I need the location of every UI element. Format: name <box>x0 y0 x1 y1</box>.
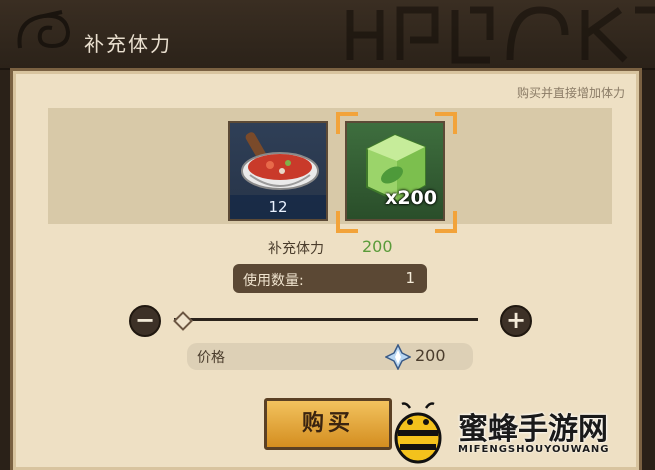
price-label: 价格 <box>197 350 225 366</box>
stat-label: 补充体力 <box>268 241 324 257</box>
selection-corner <box>336 211 358 233</box>
diamond-gem-icon <box>385 344 411 370</box>
leaf-village-icon <box>17 10 71 49</box>
item-tile-green-cube[interactable]: x200 <box>345 121 445 221</box>
price-value: 200 <box>415 346 446 365</box>
quantity-slider[interactable] <box>174 318 478 321</box>
item-tile-stew[interactable]: 12 <box>228 121 328 221</box>
quantity-box: 使用数量: 1 <box>233 264 427 293</box>
item-strip <box>48 108 612 224</box>
price-box: 价格 200 <box>187 343 473 370</box>
selection-corner <box>435 211 457 233</box>
header-bar: 补充体力 <box>0 0 655 70</box>
increase-button[interactable]: + <box>500 305 532 337</box>
page-title: 补充体力 <box>84 32 172 56</box>
selection-corner <box>336 112 358 134</box>
stat-value: 200 <box>362 237 393 256</box>
panel-hint: 购买并直接增加体力 <box>516 86 625 100</box>
quantity-value: 1 <box>405 269 415 287</box>
selection-corner <box>435 112 457 134</box>
item-count: 12 <box>230 195 326 219</box>
watermark-title: 蜜蜂手游网 <box>458 412 608 447</box>
bee-icon <box>394 402 442 464</box>
watermark-subtitle: MIFENGSHOUYOUWANG <box>458 444 610 455</box>
header-pattern-decoration <box>346 6 655 64</box>
decrease-button[interactable]: − <box>129 305 161 337</box>
item-quantity: x200 <box>385 187 437 209</box>
quantity-label: 使用数量: <box>243 273 304 289</box>
stew-bowl-icon <box>241 132 319 190</box>
buy-button[interactable]: 购买 <box>264 398 392 450</box>
watermark: 蜜蜂手游网 MIFENGSHOUYOUWANG <box>380 398 655 467</box>
